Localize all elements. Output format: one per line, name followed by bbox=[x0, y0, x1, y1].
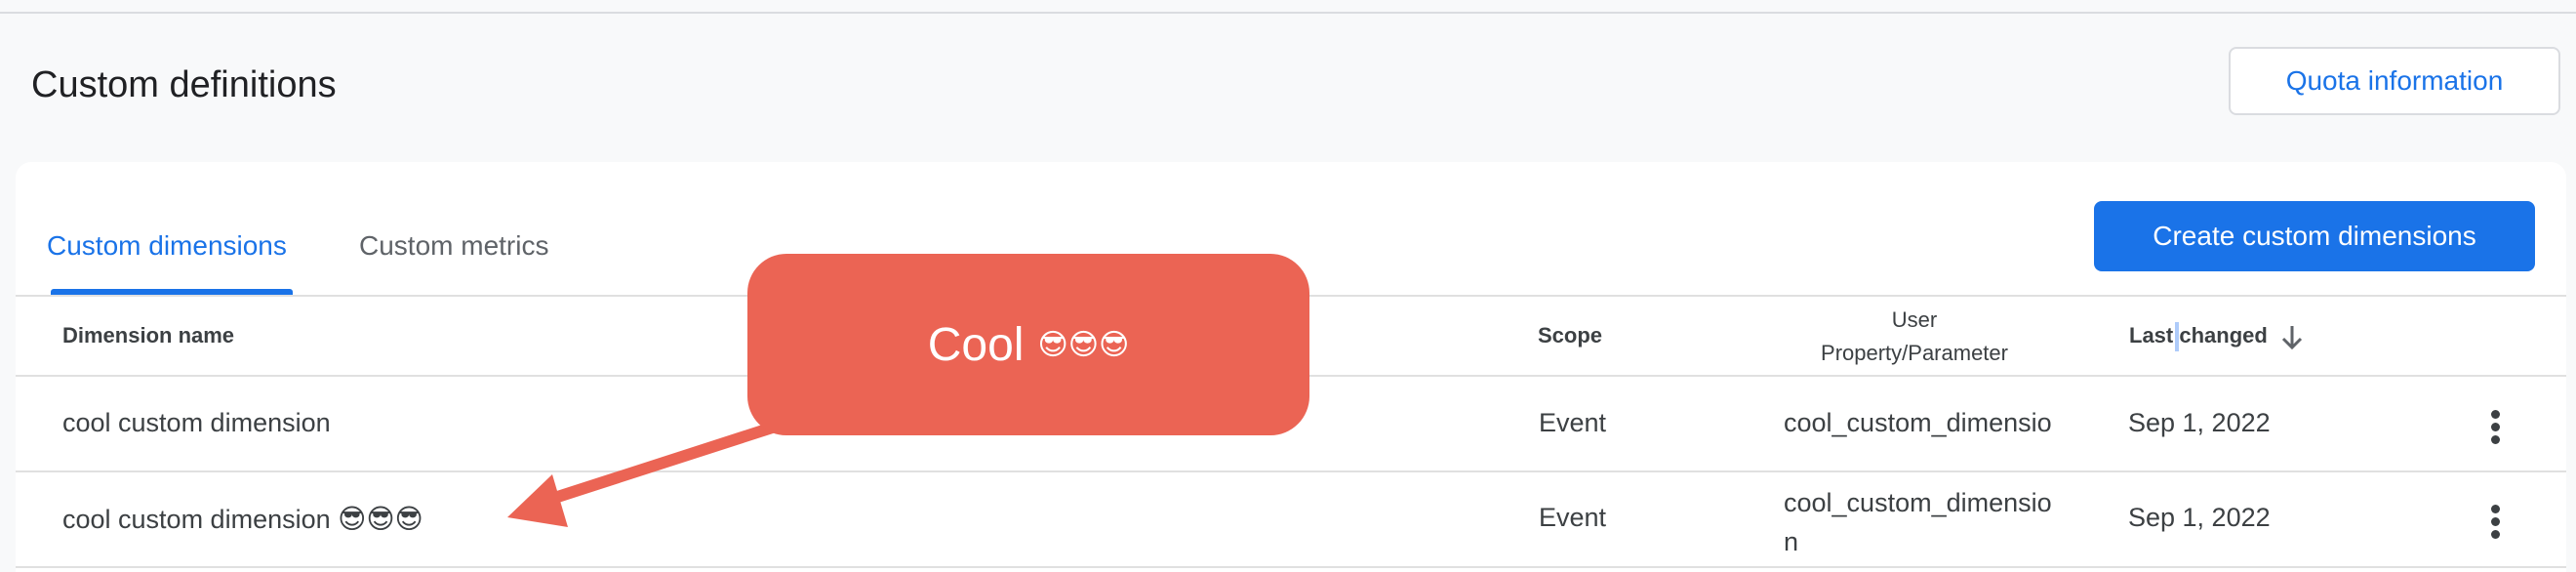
row1-scope: Event bbox=[1539, 408, 1607, 437]
row-divider bbox=[16, 470, 2566, 472]
tab-custom-metrics[interactable]: Custom metrics bbox=[359, 230, 548, 262]
row2-parameter: cool_custom_dimensio n bbox=[1784, 483, 2052, 561]
more-vert-icon[interactable] bbox=[2491, 505, 2503, 543]
row2-scope: Event bbox=[1539, 503, 1607, 532]
arrow-down-icon[interactable] bbox=[2279, 322, 2305, 351]
header-user-property-line2: Property/Parameter bbox=[1821, 341, 2008, 365]
create-custom-dimensions-button[interactable]: Create custom dimensions bbox=[2094, 201, 2535, 271]
row2-parameter-line2: n bbox=[1784, 527, 1799, 556]
top-divider bbox=[0, 12, 2576, 14]
more-vert-icon[interactable] bbox=[2491, 410, 2503, 448]
header-user-property-line1: User bbox=[1891, 307, 1938, 332]
sunglasses-emoji: 😎😎😎 bbox=[338, 504, 423, 534]
tab-custom-dimensions[interactable]: Custom dimensions bbox=[47, 230, 287, 262]
row1-dimension-name: cool custom dimension bbox=[62, 408, 331, 437]
header-user-property-parameter[interactable]: User Property/Parameter bbox=[1786, 304, 2043, 370]
row2-last-changed: Sep 1, 2022 bbox=[2128, 503, 2271, 532]
callout-emoji: 😎😎😎 bbox=[1037, 328, 1130, 361]
header-scope[interactable]: Scope bbox=[1538, 323, 1602, 348]
quota-information-button[interactable]: Quota information bbox=[2229, 47, 2560, 115]
row1-parameter: cool_custom_dimensio bbox=[1784, 408, 2052, 437]
annotation-callout: Cool 😎😎😎 bbox=[747, 254, 1309, 435]
header-dimension-name[interactable]: Dimension name bbox=[62, 323, 234, 348]
row2-parameter-line1: cool_custom_dimensio bbox=[1784, 488, 2052, 517]
header-last-changed[interactable]: Last changed bbox=[2129, 323, 2268, 348]
callout-text: Cool bbox=[927, 318, 1025, 371]
text-cursor bbox=[2175, 322, 2179, 351]
row2-dimension-name: cool custom dimension 😎😎😎 bbox=[62, 503, 423, 535]
row1-last-changed: Sep 1, 2022 bbox=[2128, 408, 2271, 437]
page-title: Custom definitions bbox=[31, 64, 337, 105]
row2-name-text: cool custom dimension bbox=[62, 505, 331, 534]
